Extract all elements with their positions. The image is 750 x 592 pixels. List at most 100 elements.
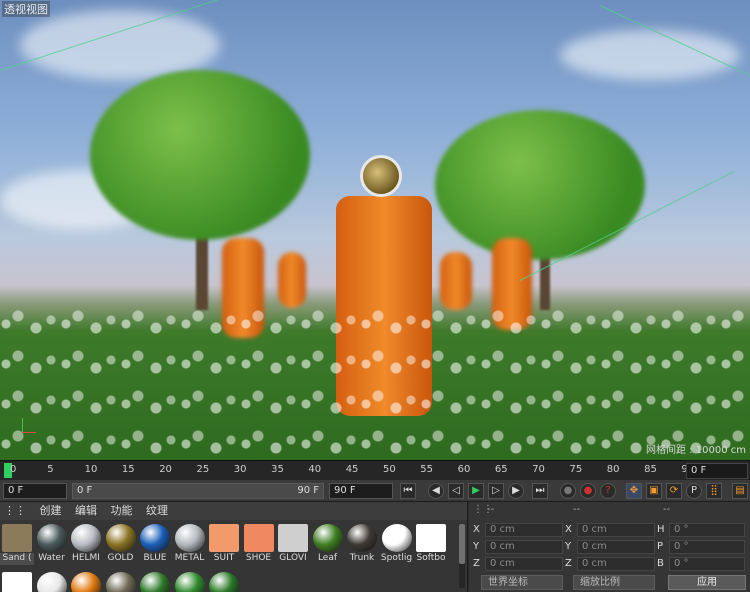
material-swatch[interactable]: BLUE	[138, 522, 172, 566]
autokey-button[interactable]: ?	[600, 483, 616, 499]
grid-icon[interactable]: ⋮⋮	[4, 504, 26, 517]
material-label: BLUE	[143, 553, 167, 563]
coord-label: X	[473, 524, 480, 535]
material-label: SUIT	[213, 553, 235, 563]
material-label: HELMI	[72, 553, 100, 563]
astronaut-helmet	[360, 155, 402, 197]
material-preview	[347, 524, 377, 552]
material-preview	[105, 572, 136, 592]
start-frame-field[interactable]: 0 F	[3, 483, 67, 499]
timeline-tick: 55	[420, 464, 434, 475]
material-preview	[312, 524, 343, 552]
material-preview	[416, 524, 446, 552]
material-swatch[interactable]	[173, 570, 207, 592]
coord-head-size: --	[573, 504, 581, 515]
coord-value[interactable]: 0 °	[669, 557, 745, 571]
material-label: Leaf	[317, 553, 338, 563]
timeline-tick: 30	[233, 464, 247, 475]
material-label: Spotlig	[380, 553, 413, 563]
first-frame-button[interactable]: ⏮	[400, 483, 416, 499]
transport-bar: 0 F 0 F 90 F 90 F ⏮ ◀ ◁ ▶ ▷ ▶ ⏭ ● ● ? ✥ …	[0, 480, 750, 502]
material-swatch[interactable]: Softbo	[414, 522, 448, 566]
menu-create[interactable]: 创建	[40, 504, 62, 517]
material-swatch[interactable]: METAL	[173, 522, 207, 566]
menu-edit[interactable]: 编辑	[75, 504, 97, 517]
prev-frame-button[interactable]: ◁	[448, 483, 464, 499]
coord-value[interactable]: 0 cm	[577, 523, 655, 537]
next-frame-button[interactable]: ▷	[488, 483, 504, 499]
play-button[interactable]: ▶	[468, 483, 484, 499]
coordinates-manager: ⋮⋮ -- -- -- X0 cm X 0 cm H 0 ° Y 0 cm Y 0 cm P 0 °…	[469, 502, 750, 592]
flower-field	[0, 300, 750, 460]
material-swatch[interactable]: HELMI	[69, 522, 103, 566]
coord-head-rot: --	[663, 504, 671, 515]
material-swatch[interactable]: Leaf	[311, 522, 345, 566]
menu-function[interactable]: 功能	[111, 504, 133, 517]
coord-value[interactable]: 0 cm	[577, 540, 655, 554]
timeline-tick: 20	[159, 464, 172, 475]
last-frame-button[interactable]: ⏭	[532, 483, 548, 499]
coord-value[interactable]: 0 cm	[485, 540, 563, 554]
material-preview	[209, 524, 239, 552]
timeline-tick: 5	[47, 464, 54, 475]
coord-value[interactable]: 0 cm	[485, 557, 563, 571]
timeline-tick: 50	[383, 464, 396, 475]
param-key-button[interactable]: P	[686, 483, 702, 499]
rotate-key-button[interactable]: ⟳	[666, 483, 682, 499]
material-swatch[interactable]: Trunk	[345, 522, 379, 566]
material-swatch[interactable]	[35, 570, 69, 592]
material-preview	[209, 572, 239, 592]
viewport-title[interactable]: 透视视图	[2, 1, 50, 17]
axis-x	[22, 432, 36, 433]
material-preview	[71, 524, 101, 552]
next-key-button[interactable]: ▶	[508, 483, 524, 499]
coord-value[interactable]: 0 cm	[485, 523, 563, 537]
material-swatch[interactable]: GLOVI	[276, 522, 310, 566]
record-button[interactable]: ●	[580, 483, 596, 499]
material-swatch[interactable]	[104, 570, 138, 592]
material-preview	[381, 524, 412, 552]
coord-label: Z	[565, 558, 572, 569]
material-swatch[interactable]: GOLD	[104, 522, 138, 566]
coord-value[interactable]: 0 °	[669, 523, 745, 537]
range-end-label: 90 F	[297, 485, 319, 496]
scale-mode-dropdown[interactable]: 缩放比例	[573, 575, 655, 590]
pla-key-button[interactable]: ⣿	[706, 483, 722, 499]
timeline-ruler[interactable]: 051015202530354045505560657075808590 0 F	[0, 460, 750, 480]
material-swatch[interactable]: SHOE	[242, 522, 276, 566]
current-frame-field[interactable]: 0 F	[686, 463, 748, 479]
material-swatch[interactable]: Spotlig	[380, 522, 414, 566]
coord-value[interactable]: 0 cm	[577, 557, 655, 571]
timeline-tick: 60	[457, 464, 471, 475]
material-swatch[interactable]: SUIT	[207, 522, 241, 566]
coord-mode-dropdown[interactable]: 世界坐标	[481, 575, 563, 590]
coord-head-pos: --	[487, 504, 495, 515]
material-swatch[interactable]	[69, 570, 103, 592]
material-swatch[interactable]	[0, 570, 34, 592]
timeline-button[interactable]: ▤	[732, 483, 748, 499]
record-disabled-button[interactable]: ●	[560, 483, 576, 499]
scale-key-button[interactable]: ▣	[646, 483, 662, 499]
material-preview	[105, 524, 136, 552]
preview-range-slider[interactable]: 0 F 90 F	[72, 483, 324, 499]
material-preview	[140, 524, 170, 552]
material-swatch[interactable]	[138, 570, 172, 592]
timeline-tick: 25	[196, 464, 210, 475]
menu-texture[interactable]: 纹理	[146, 504, 168, 517]
material-label: Water	[38, 553, 65, 563]
perspective-viewport[interactable]: 透视视图 网格间距 : 10000 cm	[0, 0, 750, 460]
material-swatch[interactable]: Sand (	[0, 522, 34, 566]
material-swatch[interactable]: Water	[35, 522, 69, 566]
material-swatch[interactable]	[207, 570, 241, 592]
prev-key-button[interactable]: ◀	[428, 483, 444, 499]
coord-header: ⋮⋮ -- -- --	[469, 502, 750, 516]
end-frame-field[interactable]: 90 F	[329, 483, 393, 499]
material-scrollbar[interactable]	[459, 524, 465, 588]
coord-value[interactable]: 0 °	[669, 540, 745, 554]
move-key-button[interactable]: ✥	[626, 483, 642, 499]
timeline-tick: 10	[84, 464, 98, 475]
material-preview	[2, 524, 32, 552]
timeline-tick: 15	[121, 464, 135, 475]
apply-button[interactable]: 应用	[668, 575, 746, 590]
timeline-tick: 35	[271, 464, 284, 475]
